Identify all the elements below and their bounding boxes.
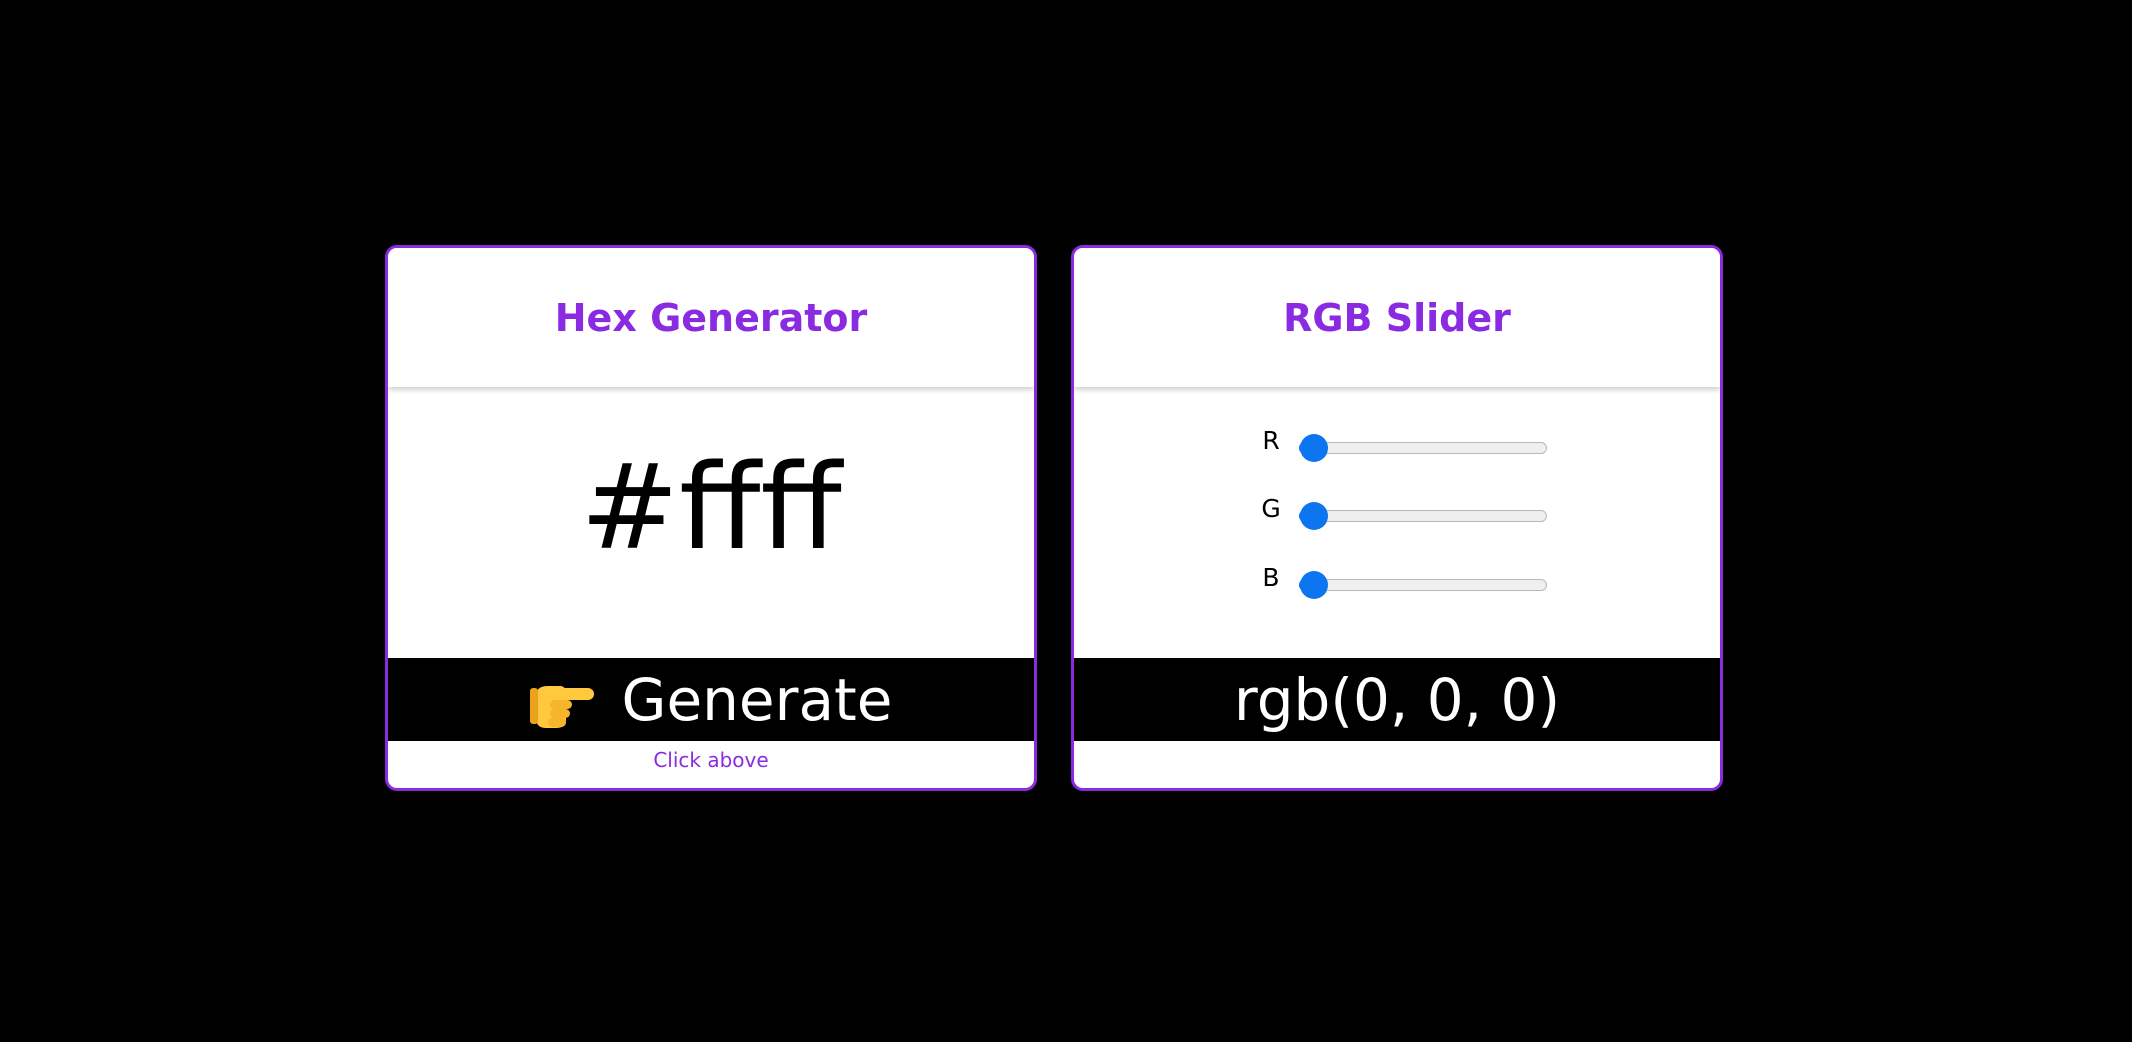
generate-button[interactable]: Generate <box>388 658 1034 741</box>
rgb-slider-card: RGB Slider R G B rgb(0, 0, 0) <box>1071 245 1723 791</box>
rgb-value-text: rgb(0, 0, 0) <box>1233 665 1561 734</box>
hex-generator-header: Hex Generator <box>388 248 1034 387</box>
slider-row-b: B <box>1259 563 1549 603</box>
slider-g[interactable] <box>1299 502 1547 530</box>
hint-text: Click above <box>653 748 769 772</box>
slider-label-r: R <box>1262 426 1280 455</box>
generate-label: Generate <box>621 665 893 734</box>
hex-generator-title: Hex Generator <box>554 295 868 340</box>
slider-row-r: R <box>1259 426 1549 466</box>
slider-row-g: G <box>1259 494 1549 534</box>
slider-r[interactable] <box>1299 434 1547 462</box>
slider-label-b: B <box>1262 563 1280 592</box>
slider-b[interactable] <box>1299 571 1547 599</box>
hex-generator-card: Hex Generator #ffff Generate Click above <box>385 245 1037 791</box>
slider-r-thumb[interactable] <box>1300 434 1328 462</box>
slider-g-thumb[interactable] <box>1300 502 1328 530</box>
pointing-right-hand-icon <box>529 685 594 728</box>
rgb-slider-header: RGB Slider <box>1074 248 1720 387</box>
rgb-value-display: rgb(0, 0, 0) <box>1074 658 1720 741</box>
hex-value-display: #ffff <box>580 438 842 576</box>
slider-label-g: G <box>1261 494 1281 523</box>
rgb-slider-title: RGB Slider <box>1283 295 1511 340</box>
slider-b-thumb[interactable] <box>1300 571 1328 599</box>
